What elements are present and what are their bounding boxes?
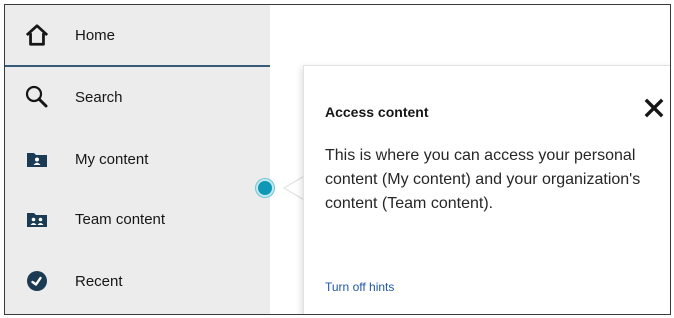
recent-icon xyxy=(25,269,49,293)
my-content-icon xyxy=(25,147,49,171)
sidebar-item-team-content[interactable]: Team content xyxy=(5,189,270,249)
sidebar-item-label: Search xyxy=(75,88,123,106)
sidebar-item-recent[interactable]: Recent xyxy=(5,251,270,311)
app-frame: Home Search My content Team content Rece… xyxy=(4,4,671,315)
hint-popover: Access content This is where you can acc… xyxy=(303,65,670,314)
sidebar-item-label: Recent xyxy=(75,272,123,290)
sidebar-item-my-content[interactable]: My content xyxy=(5,129,270,189)
home-icon xyxy=(25,23,49,47)
popover-title: Access content xyxy=(325,104,429,120)
sidebar-item-search[interactable]: Search xyxy=(5,67,270,127)
popover-arrow-fill xyxy=(285,177,304,199)
popover-body: This is where you can access your person… xyxy=(325,147,641,212)
sidebar-item-home[interactable]: Home xyxy=(5,5,270,67)
sidebar-item-label: My content xyxy=(75,150,149,168)
close-icon[interactable] xyxy=(642,96,666,120)
turn-off-hints-link[interactable]: Turn off hints xyxy=(325,280,394,294)
search-icon xyxy=(25,85,49,109)
team-content-icon xyxy=(25,207,49,231)
hint-hotspot[interactable] xyxy=(256,179,274,197)
sidebar-item-label: Home xyxy=(75,26,116,44)
sidebar-item-label: Team content xyxy=(75,210,166,228)
sidebar-nav: Home Search My content Team content Rece… xyxy=(5,5,270,314)
